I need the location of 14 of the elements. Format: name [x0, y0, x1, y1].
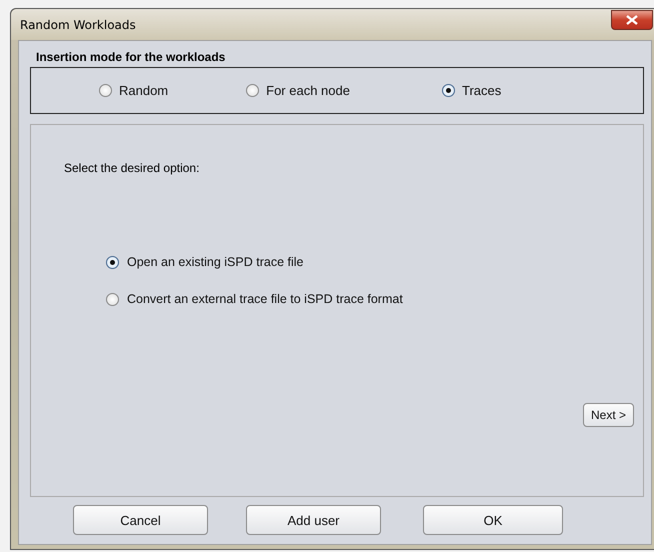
- dialog-button[interactable]: OK: [423, 505, 563, 535]
- radio-option[interactable]: For each node: [246, 83, 350, 98]
- radio-option[interactable]: Random: [99, 83, 168, 98]
- close-button[interactable]: [611, 10, 653, 30]
- group-title: Insertion mode for the workloads: [36, 50, 226, 64]
- close-icon: [626, 14, 638, 24]
- window-title: Random Workloads: [20, 18, 136, 32]
- radio-option[interactable]: Open an existing iSPD trace file: [106, 255, 634, 269]
- dialog-button[interactable]: Cancel: [73, 505, 208, 535]
- radio-option[interactable]: Convert an external trace file to iSPD trace format: [106, 292, 634, 306]
- radio-option[interactable]: Traces: [442, 83, 502, 98]
- dialog-button[interactable]: Add user: [246, 505, 381, 535]
- prompt-text: Select the desired option:: [64, 161, 200, 175]
- next-button[interactable]: Next >: [582, 403, 634, 427]
